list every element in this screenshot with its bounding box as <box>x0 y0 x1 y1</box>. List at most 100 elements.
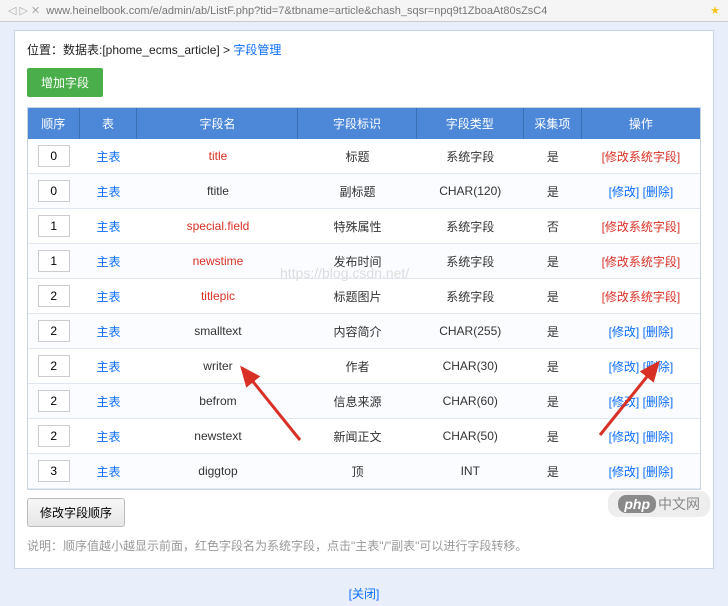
submit-order-button[interactable]: 修改字段顺序 <box>27 498 125 527</box>
th-table: 表 <box>80 108 138 139</box>
action-cell: [修改] [删除] <box>582 314 700 349</box>
table-wrap: 顺序 表 字段名 字段标识 字段类型 采集项 操作 主表title标题系统字段是… <box>15 107 713 490</box>
field-label-cell: 内容简介 <box>298 314 416 349</box>
action-cell: [修改系统字段] <box>582 139 700 174</box>
table-row: 主表 special.field特殊属性系统字段否 [修改系统字段] <box>28 209 700 244</box>
table-type-link[interactable]: 主表 <box>96 220 120 234</box>
edit-sys-field-link[interactable]: [修改系统字段] <box>602 220 681 234</box>
capture-cell: 是 <box>524 454 582 489</box>
order-input[interactable] <box>38 425 70 447</box>
field-label-cell: 副标题 <box>298 174 416 209</box>
field-type-cell: CHAR(50) <box>417 419 524 454</box>
edit-link[interactable]: [修改] <box>609 360 640 374</box>
close-link[interactable]: [关闭] <box>349 587 380 601</box>
field-type-cell: 系统字段 <box>417 279 524 314</box>
action-cell: [修改] [删除] <box>582 349 700 384</box>
order-input[interactable] <box>38 390 70 412</box>
th-fieldname: 字段名 <box>137 108 298 139</box>
delete-link[interactable]: [删除] <box>643 465 674 479</box>
table-row: 主表 diggtop顶INT是 [修改] [删除] <box>28 454 700 489</box>
th-capture: 采集项 <box>524 108 582 139</box>
breadcrumb-current[interactable]: 字段管理 <box>233 43 281 57</box>
table-type-link[interactable]: 主表 <box>96 430 120 444</box>
field-name-cell: writer <box>137 349 298 384</box>
table-row: 主表 newstext新闻正文CHAR(50)是 [修改] [删除] <box>28 419 700 454</box>
table-row: 主表newstime发布时间系统字段是[修改系统字段] <box>28 244 700 279</box>
table-type-link[interactable]: 主表 <box>96 150 120 164</box>
php-watermark: php中文网 <box>608 491 710 517</box>
main-panel: 位置：数据表:[phome_ecms_article] > 字段管理 增加字段 … <box>14 30 714 569</box>
capture-cell: 是 <box>524 384 582 419</box>
edit-link[interactable]: [修改] <box>609 465 640 479</box>
edit-sys-field-link[interactable]: [修改系统字段] <box>602 150 681 164</box>
table-type-link[interactable]: 主表 <box>96 290 120 304</box>
field-type-cell: 系统字段 <box>417 209 524 244</box>
order-input[interactable] <box>38 215 70 237</box>
table-type-link[interactable]: 主表 <box>96 185 120 199</box>
field-name-cell: diggtop <box>137 454 298 489</box>
table-row: 主表befrom信息来源CHAR(60)是[修改] [删除] <box>28 384 700 419</box>
table-type-link[interactable]: 主表 <box>96 255 120 269</box>
capture-cell: 是 <box>524 314 582 349</box>
close-link-wrap: [关闭] <box>0 577 728 606</box>
order-input[interactable] <box>38 460 70 482</box>
delete-link[interactable]: [删除] <box>643 185 674 199</box>
field-label-cell: 新闻正文 <box>298 419 416 454</box>
field-name-cell: newstext <box>137 419 298 454</box>
delete-link[interactable]: [删除] <box>643 395 674 409</box>
delete-link[interactable]: [删除] <box>643 325 674 339</box>
edit-link[interactable]: [修改] <box>609 325 640 339</box>
field-type-cell: 系统字段 <box>417 244 524 279</box>
edit-link[interactable]: [修改] <box>609 395 640 409</box>
th-order: 顺序 <box>28 108 80 139</box>
capture-cell: 是 <box>524 139 582 174</box>
delete-link[interactable]: [删除] <box>643 360 674 374</box>
table-body: 主表title标题系统字段是[修改系统字段]主表ftitle副标题CHAR(12… <box>28 139 700 489</box>
php-logo-icon: php <box>618 495 656 513</box>
field-name-cell: titlepic <box>137 279 298 314</box>
edit-link[interactable]: [修改] <box>609 430 640 444</box>
order-input[interactable] <box>38 180 70 202</box>
field-name-cell: smalltext <box>137 314 298 349</box>
field-type-cell: CHAR(120) <box>417 174 524 209</box>
order-input[interactable] <box>38 250 70 272</box>
url-text: www.heinelbook.com/e/admin/ab/ListF.php?… <box>46 5 704 17</box>
field-name-cell: special.field <box>137 209 298 244</box>
fields-table: 顺序 表 字段名 字段标识 字段类型 采集项 操作 主表title标题系统字段是… <box>27 107 701 490</box>
table-type-link[interactable]: 主表 <box>96 395 120 409</box>
capture-cell: 是 <box>524 174 582 209</box>
field-label-cell: 信息来源 <box>298 384 416 419</box>
order-input[interactable] <box>38 145 70 167</box>
order-input[interactable] <box>38 285 70 307</box>
table-type-link[interactable]: 主表 <box>96 325 120 339</box>
action-cell: [修改系统字段] <box>582 279 700 314</box>
php-watermark-text: 中文网 <box>658 496 700 512</box>
field-label-cell: 特殊属性 <box>298 209 416 244</box>
order-input[interactable] <box>38 320 70 342</box>
capture-cell: 是 <box>524 419 582 454</box>
th-fieldlabel: 字段标识 <box>298 108 416 139</box>
field-label-cell: 顶 <box>298 454 416 489</box>
add-field-button[interactable]: 增加字段 <box>27 68 103 97</box>
capture-cell: 是 <box>524 244 582 279</box>
table-row: 主表writer作者CHAR(30)是[修改] [删除] <box>28 349 700 384</box>
table-row: 主表ftitle副标题CHAR(120)是[修改] [删除] <box>28 174 700 209</box>
bookmark-star-icon[interactable]: ★ <box>710 4 720 17</box>
field-label-cell: 标题 <box>298 139 416 174</box>
order-input[interactable] <box>38 355 70 377</box>
capture-cell: 否 <box>524 209 582 244</box>
field-name-cell: newstime <box>137 244 298 279</box>
field-name-cell: title <box>137 139 298 174</box>
field-type-cell: INT <box>417 454 524 489</box>
delete-link[interactable]: [删除] <box>643 430 674 444</box>
table-type-link[interactable]: 主表 <box>96 465 120 479</box>
table-row: 主表 title标题系统字段是 [修改系统字段] <box>28 139 700 174</box>
edit-sys-field-link[interactable]: [修改系统字段] <box>602 290 681 304</box>
action-cell: [修改系统字段] <box>582 244 700 279</box>
table-row: 主表titlepic标题图片系统字段是[修改系统字段] <box>28 279 700 314</box>
table-type-link[interactable]: 主表 <box>96 360 120 374</box>
field-name-cell: befrom <box>137 384 298 419</box>
edit-link[interactable]: [修改] <box>609 185 640 199</box>
field-type-cell: 系统字段 <box>417 139 524 174</box>
edit-sys-field-link[interactable]: [修改系统字段] <box>602 255 681 269</box>
